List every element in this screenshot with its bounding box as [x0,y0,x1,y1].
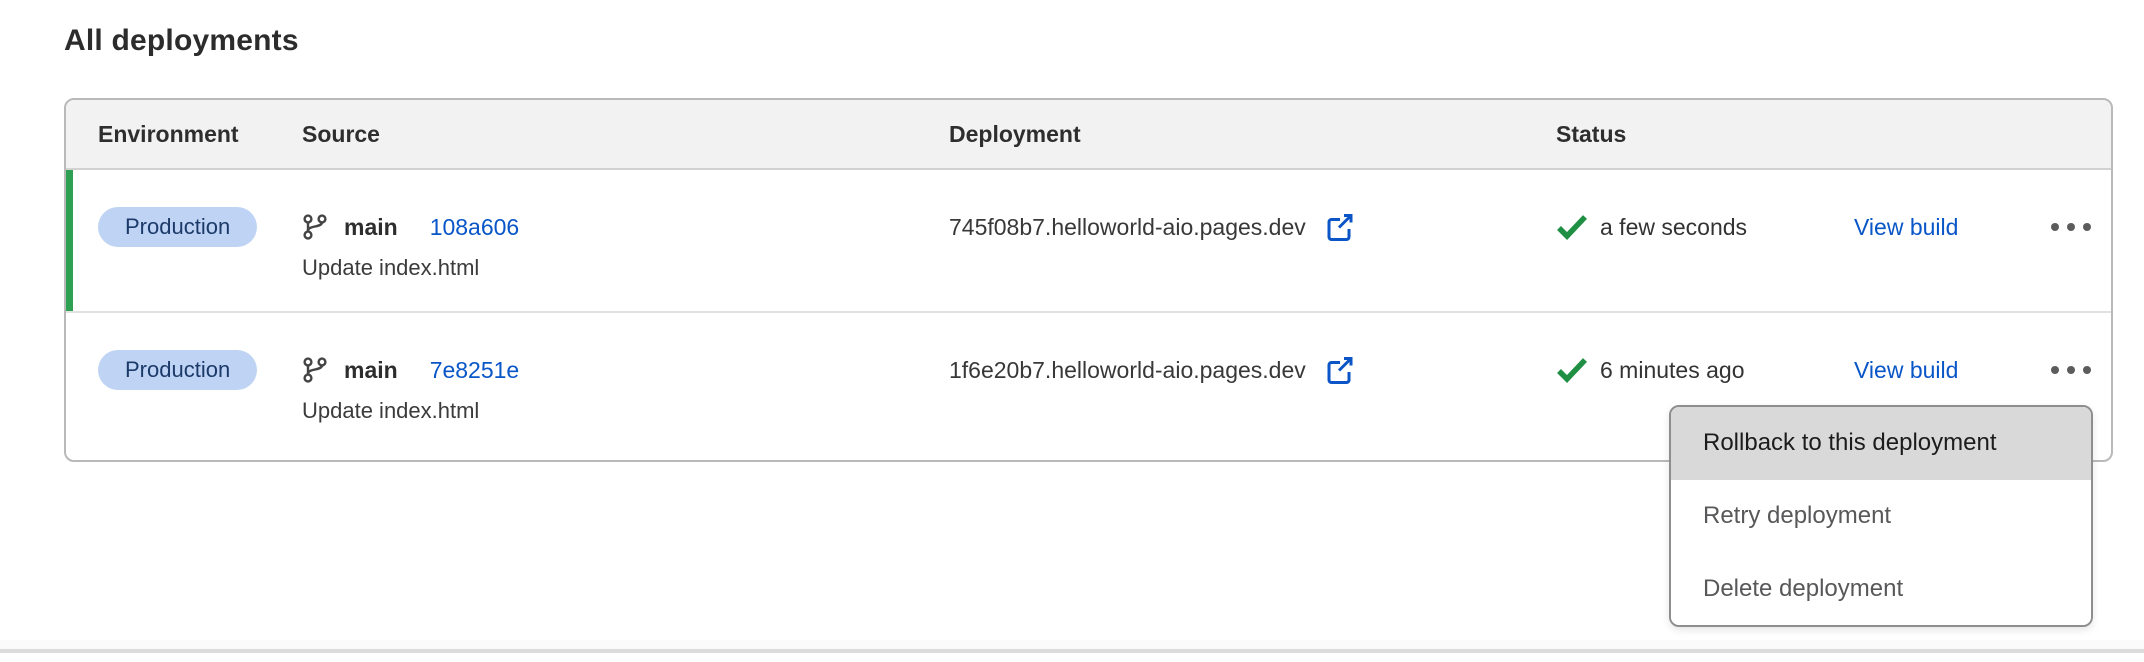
branch-name: main [344,214,398,241]
row-actions-ellipsis-button[interactable] [2047,207,2095,247]
deployment-url: 745f08b7.helloworld-aio.pages.dev [949,214,1306,241]
row-actions-menu: Rollback to this deployment Retry deploy… [1669,405,2093,627]
view-build-link[interactable]: View build [1854,357,1958,384]
ellipsis-icon [2051,366,2059,374]
header-deployment: Deployment [949,121,1556,148]
menu-item-delete[interactable]: Delete deployment [1671,552,2091,625]
header-source: Source [302,121,949,148]
check-icon [1556,357,1588,383]
page-title: All deployments [64,24,299,58]
commit-message: Update index.html [302,255,949,281]
commit-link[interactable]: 7e8251e [430,357,520,384]
external-link-icon[interactable] [1322,210,1356,244]
commit-message: Update index.html [302,398,949,424]
view-build-link[interactable]: View build [1854,214,1958,241]
check-icon [1556,214,1588,240]
environment-badge: Production [98,350,257,390]
git-branch-icon [302,356,328,384]
ellipsis-icon [2051,223,2059,231]
status-time: a few seconds [1600,214,1747,241]
deployment-url: 1f6e20b7.helloworld-aio.pages.dev [949,357,1306,384]
table-header-row: Environment Source Deployment Status [66,100,2111,170]
status-time: 6 minutes ago [1600,357,1744,384]
environment-badge: Production [98,207,257,247]
deployments-page: All deployments Environment Source Deplo… [0,0,2144,662]
menu-item-rollback[interactable]: Rollback to this deployment [1671,407,2091,480]
menu-item-retry[interactable]: Retry deployment [1671,480,2091,553]
header-status: Status [1556,121,1854,148]
header-environment: Environment [66,121,302,148]
page-bottom-divider [0,640,2144,653]
branch-name: main [344,357,398,384]
external-link-icon[interactable] [1322,353,1356,387]
commit-link[interactable]: 108a606 [430,214,520,241]
current-deployment-indicator [66,170,73,311]
table-row: Production main 108a606 Update index.htm… [66,170,2111,313]
git-branch-icon [302,213,328,241]
row-actions-ellipsis-button[interactable] [2047,350,2095,390]
